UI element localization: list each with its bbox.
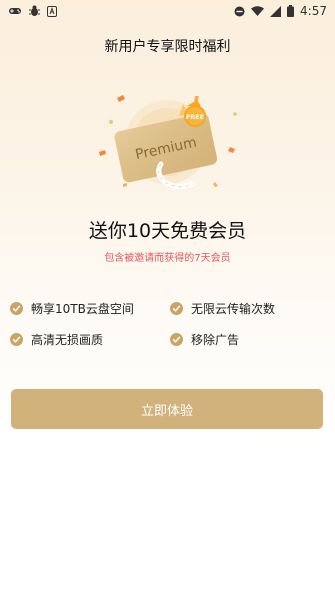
status-right-icons: 4:57 <box>234 4 327 18</box>
app-icon <box>47 5 57 17</box>
battery-icon <box>287 5 295 17</box>
benefit-item-transfer: 无限云传输次数 <box>170 300 325 317</box>
benefit-label: 高清无损画质 <box>31 333 104 347</box>
check-icon <box>170 302 183 315</box>
status-bar: 4:57 <box>0 0 335 22</box>
benefit-label: 无限云传输次数 <box>191 302 276 316</box>
gamepad-icon <box>8 6 22 16</box>
benefit-item-quality: 高清无损画质 <box>10 331 170 348</box>
offer-headline: 送你10天免费会员 <box>88 220 247 242</box>
status-left-icons <box>8 5 57 17</box>
try-now-button[interactable]: 立即体验 <box>11 389 323 429</box>
signal-icon <box>270 5 282 17</box>
dnd-icon <box>234 6 245 17</box>
page-title: 新用户专享限时福利 <box>104 39 231 55</box>
benefit-label: 畅享10TB云盘空间 <box>31 302 134 316</box>
check-icon <box>170 333 183 346</box>
check-icon <box>10 333 23 346</box>
check-icon <box>10 302 23 315</box>
benefits-grid: 畅享10TB云盘空间 无限云传输次数 高清无损画质 移除广告 <box>10 300 325 348</box>
free-badge-text: FREE <box>186 113 204 121</box>
status-time: 4:57 <box>300 4 327 18</box>
premium-card-illustration: Premium FREE <box>95 92 245 202</box>
bug-icon <box>28 5 41 17</box>
benefit-label: 移除广告 <box>191 333 240 347</box>
wifi-icon <box>251 6 265 16</box>
benefit-item-storage: 畅享10TB云盘空间 <box>10 300 170 317</box>
benefit-item-no-ads: 移除广告 <box>170 331 325 348</box>
offer-subline: 包含被邀请而获得的7天会员 <box>104 253 231 264</box>
